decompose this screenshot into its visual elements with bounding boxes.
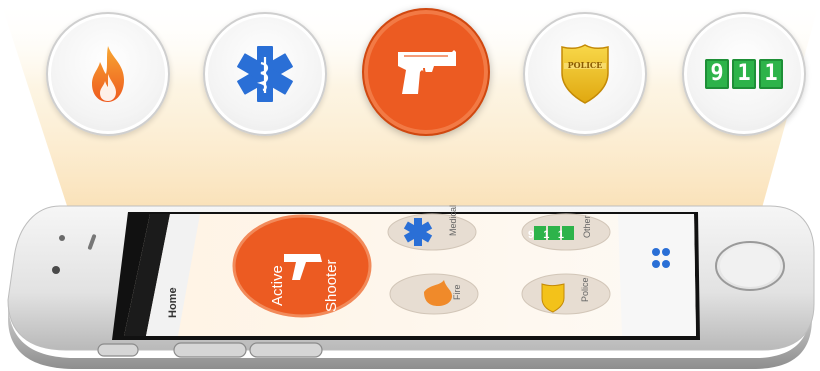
iphone-device: Active Shooter Medical 911 Other Fire Po… xyxy=(7,205,815,369)
911-icon xyxy=(534,226,574,240)
phone-tile-label: Police xyxy=(580,277,590,302)
active-shooter-label-line2: Shooter xyxy=(323,259,340,312)
app-promo-stage: POLICE 9 1 1 Active Shooter Medical 911 … xyxy=(0,0,820,371)
phone-tile-fire[interactable]: Fire xyxy=(389,273,479,315)
phone-tile-police[interactable]: Police xyxy=(521,273,611,315)
nav-title: Home xyxy=(167,287,179,318)
active-shooter-label-line1: Active xyxy=(269,265,286,306)
phone-tile-label: Fire xyxy=(452,285,462,301)
phone-tile-other[interactable]: 911 Other xyxy=(521,213,611,251)
phone-tile-label: Other xyxy=(582,215,592,238)
phone-911-digits: 911 xyxy=(528,229,564,241)
phone-tile-label: Medical xyxy=(448,205,458,236)
